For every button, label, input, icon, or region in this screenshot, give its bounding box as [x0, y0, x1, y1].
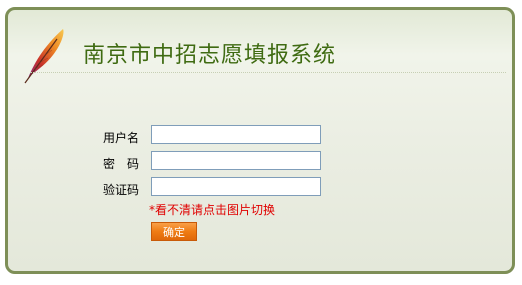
captcha-input[interactable] — [151, 177, 321, 196]
login-panel: 南京市中招志愿填报系统 用户名 密 码 验证码 *看不清请点击图片切换 确定 — [5, 7, 515, 274]
captcha-label: 验证码 — [103, 183, 140, 197]
page-title: 南京市中招志愿填报系统 — [83, 43, 337, 68]
password-label: 密 码 — [103, 157, 140, 171]
username-input[interactable] — [151, 125, 321, 144]
username-label: 用户名 — [103, 131, 140, 145]
submit-button[interactable]: 确定 — [151, 222, 197, 241]
captcha-hint[interactable]: *看不清请点击图片切换 — [149, 201, 275, 218]
feather-quill-icon — [24, 29, 64, 84]
password-input[interactable] — [151, 151, 321, 170]
title-divider — [30, 72, 506, 73]
